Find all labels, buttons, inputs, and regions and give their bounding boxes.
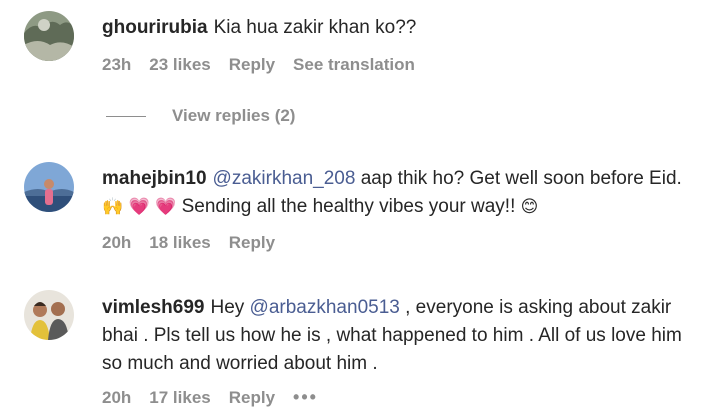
avatar[interactable] bbox=[24, 11, 74, 61]
comment-username[interactable]: mahejbin10 bbox=[102, 168, 207, 189]
divider-line bbox=[106, 115, 146, 117]
view-replies-button[interactable]: View replies (2) bbox=[106, 106, 295, 126]
comment-time[interactable]: 20h bbox=[102, 233, 131, 253]
comment-text-continued: Sending all the healthy vibes your way!! bbox=[176, 196, 516, 217]
reply-button[interactable]: Reply bbox=[229, 55, 275, 75]
comment-time[interactable]: 20h bbox=[102, 388, 131, 408]
mention-link[interactable]: @arbazkhan0513 bbox=[250, 297, 400, 318]
likes-count[interactable]: 23 likes bbox=[149, 55, 210, 75]
reply-button[interactable]: Reply bbox=[229, 233, 275, 253]
avatar[interactable] bbox=[24, 162, 74, 212]
comment-time[interactable]: 23h bbox=[102, 55, 131, 75]
mention-link[interactable]: @zakirkhan_208 bbox=[213, 168, 356, 189]
comment-text: Kia hua zakir khan ko?? bbox=[213, 17, 417, 38]
comment-username[interactable]: vimlesh699 bbox=[102, 297, 204, 318]
likes-count[interactable]: 17 likes bbox=[149, 388, 210, 408]
view-replies-label: View replies (2) bbox=[172, 106, 296, 125]
emoji-group: 🙌 💗 💗 bbox=[102, 197, 177, 217]
comment-text: Hey bbox=[210, 297, 250, 318]
likes-count[interactable]: 18 likes bbox=[149, 233, 210, 253]
comment-text: aap thik ho? Get well soon before Eid. bbox=[355, 168, 682, 189]
see-translation-button[interactable]: See translation bbox=[293, 55, 415, 75]
reply-button[interactable]: Reply bbox=[229, 388, 275, 408]
avatar[interactable] bbox=[24, 290, 74, 340]
smile-emoji: 😊 bbox=[520, 197, 539, 217]
comment-username[interactable]: ghourirubia bbox=[102, 17, 208, 38]
more-options-icon[interactable]: ••• bbox=[293, 387, 318, 408]
